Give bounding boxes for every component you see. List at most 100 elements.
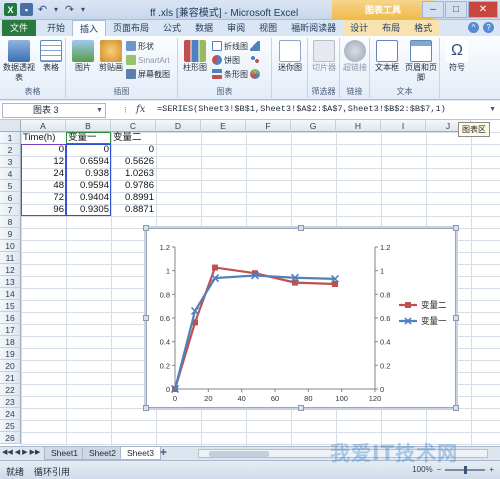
hyperlink-button[interactable]: 超链接 [340, 40, 370, 73]
cell-B1[interactable]: 变量一 [66, 132, 111, 144]
bar-chart-button[interactable]: 条形图 [212, 69, 248, 81]
screenshot-button[interactable]: 屏幕截图 [126, 69, 170, 81]
cell-C5[interactable]: 0.9786 [111, 180, 156, 192]
ribbon-tab-1[interactable]: 插入 [72, 20, 107, 37]
prev-sheet-icon[interactable]: ◀ [15, 448, 20, 456]
cell-B3[interactable]: 0.6594 [66, 156, 111, 168]
chart-area[interactable]: 0 0.2 0.4 0.6 0.8 1 1.2 0 0.2 0.4 0.6 0.8 1 1.2 0 20 40 6… [143, 225, 459, 411]
cell-B5[interactable]: 0.9594 [66, 180, 111, 192]
cell-C1[interactable]: 变量二 [111, 132, 156, 144]
name-box-dropdown-icon[interactable]: ▼ [96, 107, 103, 114]
insert-function-icon[interactable]: fx [136, 104, 145, 115]
cell-A4[interactable]: 24 [21, 168, 66, 180]
row-header-17[interactable]: 17 [0, 324, 21, 336]
cell-A2[interactable]: 0 [21, 144, 66, 156]
column-header-D[interactable]: D [156, 120, 201, 132]
row-header-24[interactable]: 24 [0, 408, 21, 420]
redo-icon[interactable]: ↷ [63, 3, 76, 16]
resize-handle-bl[interactable] [143, 405, 149, 411]
undo-icon[interactable]: ↶ [36, 3, 49, 16]
line-chart[interactable]: 0 0.2 0.4 0.6 0.8 1 1.2 0 0.2 0.4 0.6 0.8 1 1.2 0 20 40 6… [147, 229, 457, 409]
row-header-18[interactable]: 18 [0, 336, 21, 348]
resize-handle-tr[interactable] [453, 225, 459, 231]
ribbon-tab-5[interactable]: 审阅 [220, 20, 252, 36]
row-header-9[interactable]: 9 [0, 228, 21, 240]
resize-handle-tl[interactable] [143, 225, 149, 231]
ribbon-tab-0[interactable]: 开始 [40, 20, 72, 36]
close-button[interactable]: ✕ [468, 1, 498, 18]
resize-handle-t[interactable] [298, 225, 304, 231]
cell-C2[interactable]: 0 [111, 144, 156, 156]
next-sheet-icon[interactable]: ▶ [22, 448, 27, 456]
sheet-tab-sheet3[interactable]: Sheet3 [120, 447, 161, 460]
row-header-10[interactable]: 10 [0, 240, 21, 252]
cell-C7[interactable]: 0.8871 [111, 204, 156, 216]
table-button[interactable]: 表格 [36, 40, 66, 73]
help-icon[interactable]: ? [483, 22, 494, 33]
column-header-F[interactable]: F [246, 120, 291, 132]
cell-B7[interactable]: 0.9305 [66, 204, 111, 216]
row-header-2[interactable]: 2 [0, 144, 21, 156]
column-header-H[interactable]: H [336, 120, 381, 132]
column-header-I[interactable]: I [381, 120, 426, 132]
scatter-chart-button[interactable] [250, 55, 262, 67]
save-icon[interactable]: ▪ [20, 3, 33, 16]
row-header-16[interactable]: 16 [0, 312, 21, 324]
row-header-12[interactable]: 12 [0, 264, 21, 276]
first-sheet-icon[interactable]: ◀◀ [2, 448, 13, 456]
row-header-19[interactable]: 19 [0, 348, 21, 360]
resize-handle-br[interactable] [453, 405, 459, 411]
clipart-button[interactable]: 剪贴画 [96, 40, 126, 73]
row-header-1[interactable]: 1 [0, 132, 21, 144]
row-header-11[interactable]: 11 [0, 252, 21, 264]
row-header-8[interactable]: 8 [0, 216, 21, 228]
cell-A6[interactable]: 72 [21, 192, 66, 204]
cell-A3[interactable]: 12 [21, 156, 66, 168]
textbox-button[interactable]: 文本框 [372, 40, 402, 73]
select-all-corner[interactable] [0, 120, 21, 132]
scroll-thumb[interactable] [209, 451, 269, 457]
formula-input[interactable]: =SERIES(Sheet3!$B$1,Sheet3!$A$2:$A$7,She… [157, 104, 446, 114]
sparklines-button[interactable]: 迷你图 [275, 40, 305, 73]
row-header-14[interactable]: 14 [0, 288, 21, 300]
ribbon-tab-3[interactable]: 公式 [156, 20, 188, 36]
ribbon-tab-4[interactable]: 数据 [188, 20, 220, 36]
row-header-22[interactable]: 22 [0, 384, 21, 396]
row-header-15[interactable]: 15 [0, 300, 21, 312]
resize-handle-l[interactable] [143, 315, 149, 321]
expand-formula-bar-icon[interactable]: ▼ [489, 106, 496, 113]
cell-A7[interactable]: 96 [21, 204, 66, 216]
ribbon-tab-7[interactable]: 福昕阅读器 [284, 20, 343, 36]
sheet-tab-sheet1[interactable]: Sheet1 [44, 447, 85, 460]
ribbon-tab-2[interactable]: 页面布局 [106, 20, 156, 36]
cell-B4[interactable]: 0.938 [66, 168, 111, 180]
line-chart-button[interactable]: 折线图 [212, 41, 248, 53]
row-header-4[interactable]: 4 [0, 168, 21, 180]
insert-sheet-icon[interactable]: ✚ [160, 448, 167, 457]
row-header-26[interactable]: 26 [0, 432, 21, 444]
name-box[interactable]: 图表 3 [2, 103, 106, 118]
column-header-C[interactable]: C [111, 120, 156, 132]
minimize-button[interactable]: – [422, 1, 444, 18]
undo-dropdown-icon[interactable]: ▾ [52, 3, 60, 16]
minimize-ribbon-icon[interactable]: ^ [468, 22, 479, 33]
ribbon-tab-10[interactable]: 格式 [407, 20, 440, 36]
other-charts-button[interactable] [250, 69, 262, 81]
row-header-7[interactable]: 7 [0, 204, 21, 216]
worksheet-grid[interactable]: 0 0.2 0.4 0.6 0.8 1 1.2 0 0.2 0.4 0.6 0.8 1 1.2 0 20 40 6… [0, 120, 500, 446]
row-header-13[interactable]: 13 [0, 276, 21, 288]
zoom-slider[interactable] [445, 465, 486, 474]
row-header-21[interactable]: 21 [0, 372, 21, 384]
cell-B6[interactable]: 0.9404 [66, 192, 111, 204]
column-header-B[interactable]: B [66, 120, 111, 132]
cell-B2[interactable]: 0 [66, 144, 111, 156]
last-sheet-icon[interactable]: ▶▶ [30, 448, 41, 456]
symbol-button[interactable]: Ω 符号 [442, 40, 472, 73]
cell-A5[interactable]: 48 [21, 180, 66, 192]
file-tab[interactable]: 文件 [2, 20, 36, 36]
shapes-button[interactable]: 形状 [126, 41, 154, 53]
ribbon-tab-6[interactable]: 视图 [252, 20, 284, 36]
customize-qat-icon[interactable]: ▾ [79, 3, 87, 16]
slicer-button[interactable]: 切片器 [309, 40, 339, 73]
row-header-23[interactable]: 23 [0, 396, 21, 408]
